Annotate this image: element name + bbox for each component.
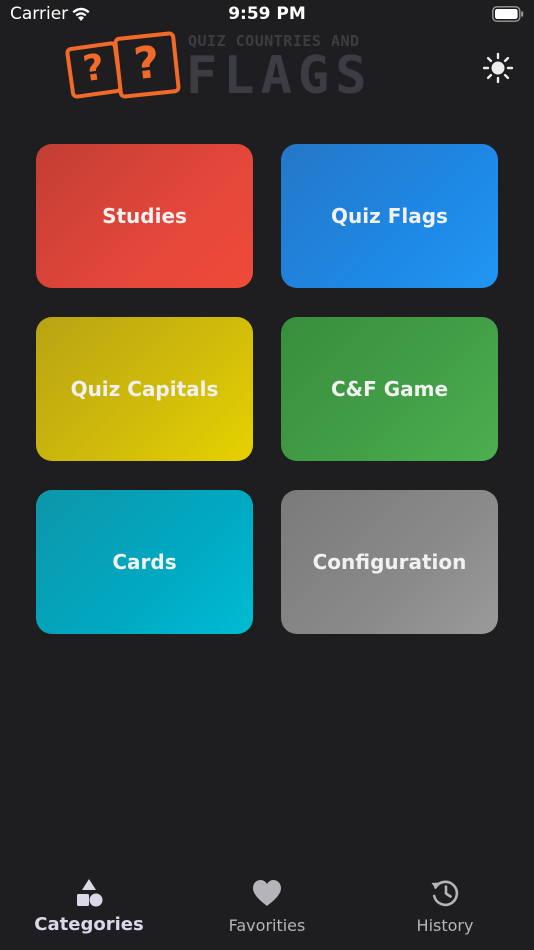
cf-game-button[interactable]: C&F Game	[281, 317, 498, 461]
sun-icon[interactable]	[482, 52, 514, 84]
tab-categories[interactable]: Categories	[0, 878, 178, 938]
quiz-capitals-label: Quiz Capitals	[70, 377, 219, 401]
tab-history-label: History	[416, 916, 474, 935]
heart-icon	[253, 880, 281, 906]
tab-favorites[interactable]: Favorities	[178, 878, 356, 938]
configuration-button[interactable]: Configuration	[281, 490, 498, 634]
battery-icon	[492, 6, 524, 22]
cf-game-label: C&F Game	[330, 377, 449, 401]
quiz-flags-label: Quiz Flags	[331, 204, 448, 228]
cards-label: Cards	[112, 550, 177, 574]
status-bar: Carrier 9:59 PM	[0, 0, 534, 30]
quiz-flags-button[interactable]: Quiz Flags	[281, 144, 498, 288]
studies-label: Studies	[102, 204, 187, 228]
tab-favorites-label: Favorities	[228, 916, 306, 935]
status-time: 9:59 PM	[228, 4, 306, 24]
history-icon	[431, 880, 459, 907]
configuration-label: Configuration	[312, 550, 467, 574]
app-screen: Carrier 9:59 PM ? ? QUIZ COUNTRIES AND F…	[0, 0, 534, 950]
studies-button[interactable]: Studies	[36, 144, 253, 288]
cards-button[interactable]: Cards	[36, 490, 253, 634]
tab-categories-label: Categories	[34, 914, 144, 935]
tab-history[interactable]: History	[356, 878, 534, 938]
logo-dice-icon: ?	[112, 30, 182, 100]
app-logo: ? ? QUIZ COUNTRIES AND FLAGS	[64, 30, 406, 106]
quiz-capitals-button[interactable]: Quiz Capitals	[36, 317, 253, 461]
shapes-icon	[77, 879, 103, 907]
tab-bar: Categories Favorities History	[0, 860, 534, 950]
logo-title: FLAGS	[186, 46, 373, 106]
